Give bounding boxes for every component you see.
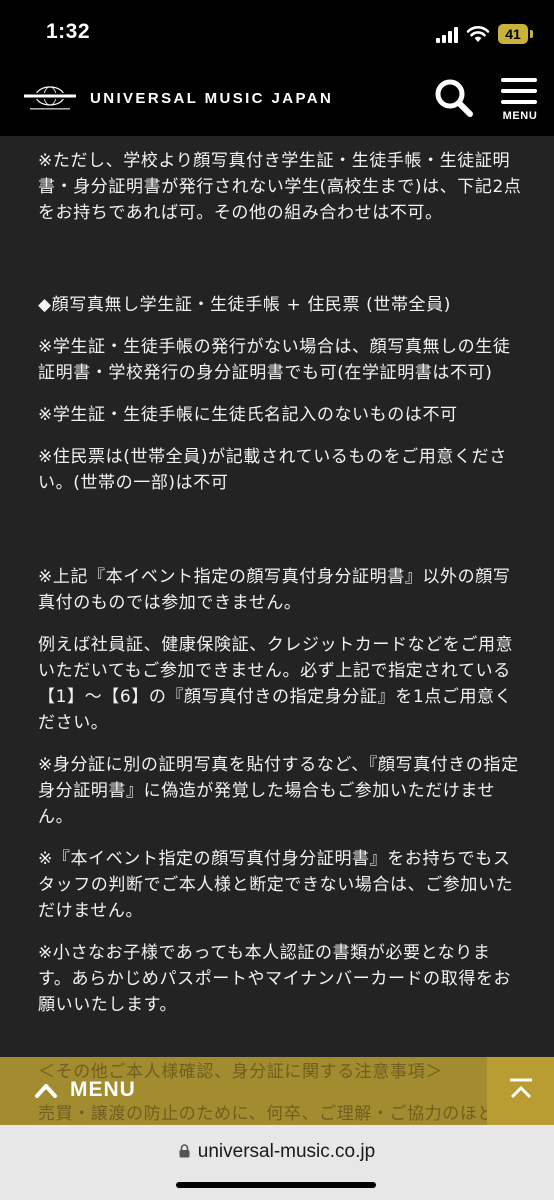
hamburger-icon-bar: [501, 100, 537, 104]
paragraph: ※小さなお子様であっても本人認証の書類が必要となります。あらかじめパスポートやマ…: [38, 943, 512, 1015]
bottom-menu-button[interactable]: MENU: [34, 1075, 136, 1105]
bottom-menu-bar: ＜その他ご本人様確認、身分証に関する注意事項＞ 売買・譲渡の防止のために、何卒、…: [0, 1057, 554, 1125]
menu-button[interactable]: MENU: [496, 76, 546, 128]
chevron-up-icon: [35, 1084, 57, 1098]
paragraph: ※学生証・生徒手帳の発行がない場合は、顔写真無しの生徒証明書・学校発行の身分証明…: [38, 337, 511, 383]
bottom-menu-label: MENU: [70, 1078, 136, 1101]
search-icon[interactable]: [434, 78, 474, 118]
battery-tip: [530, 30, 533, 38]
lock-icon: [179, 1144, 190, 1158]
brand-name[interactable]: UNIVERSAL MUSIC JAPAN: [90, 90, 333, 107]
url-display[interactable]: universal-music.co.jp: [0, 1141, 554, 1163]
paragraph: ※学生証・生徒手帳に生徒氏名記入のないものは不可: [38, 405, 458, 425]
url-text: universal-music.co.jp: [197, 1141, 376, 1162]
status-time: 1:32: [46, 20, 91, 43]
paragraph: ※ただし、学校より顔写真付き学生証・生徒手帳・生徒証明書・身分証明書が発行されな…: [38, 151, 522, 223]
battery-indicator: 41: [498, 24, 528, 44]
cellular-signal-icon: [436, 27, 460, 43]
browser-url-bar[interactable]: universal-music.co.jp: [0, 1125, 554, 1200]
paragraph: ※上記『本イベント指定の顔写真付身分証明書』以外の顔写真付のものでは参加できませ…: [38, 567, 511, 613]
arrow-up-icon: [510, 1078, 532, 1099]
status-bar: 1:32 41: [0, 0, 554, 62]
site-header: UNIVERSAL MUSIC JAPAN MENU: [0, 62, 554, 136]
hamburger-icon-bar: [501, 89, 537, 93]
universal-logo-icon[interactable]: [18, 84, 82, 114]
paragraph: ◆顔写真無し学生証・生徒手帳 + 住民票 (世帯全員): [38, 295, 451, 315]
article-content: ※ただし、学校より顔写真付き学生証・生徒手帳・生徒証明書・身分証明書が発行されな…: [38, 148, 522, 1018]
paragraph: ※身分証に別の証明写真を貼付するなど、『顔写真付きの指定身分証明書』に偽造が発覚…: [38, 755, 519, 827]
scroll-to-top-button[interactable]: [487, 1057, 554, 1125]
home-indicator: [176, 1182, 376, 1188]
hamburger-icon: [501, 78, 537, 82]
wifi-icon: [466, 26, 490, 42]
paragraph: ※『本イベント指定の顔写真付身分証明書』をお持ちでもスタッフの判断でご本人様と断…: [38, 849, 514, 921]
menu-label: MENU: [502, 110, 538, 122]
paragraph: 例えば社員証、健康保険証、クレジットカードなどをご用意いただいてもご参加できませ…: [38, 635, 514, 733]
paragraph: ※住民票は(世帯全員)が記載されているものをご用意ください。(世帯の一部)は不可: [38, 447, 507, 493]
